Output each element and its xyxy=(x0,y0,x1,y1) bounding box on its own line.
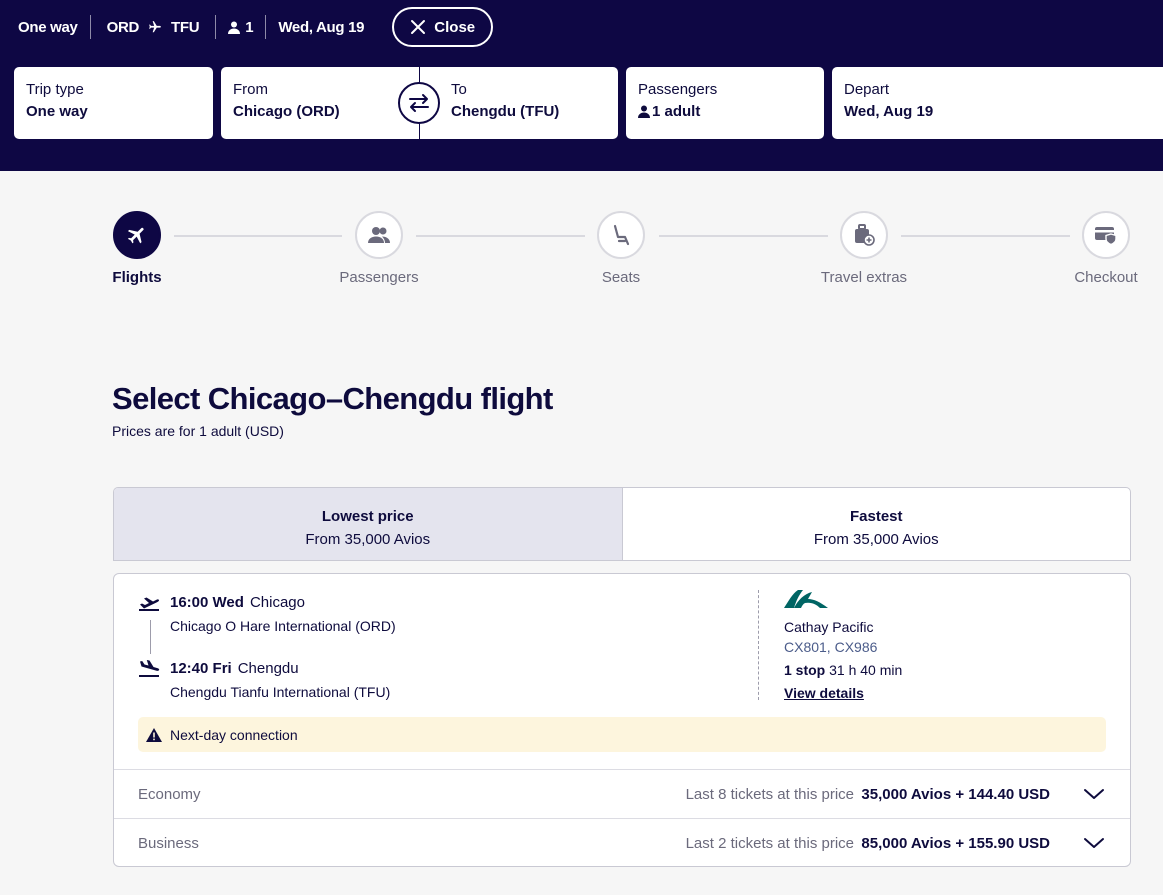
card-shield-icon xyxy=(1095,227,1117,245)
plane-icon xyxy=(127,227,144,244)
from-label: From xyxy=(233,81,268,98)
arrival-airport: Chengdu Tianfu International (TFU) xyxy=(170,684,391,700)
takeoff-icon xyxy=(139,597,160,611)
warning-icon xyxy=(146,727,162,742)
arrival-time: 12:40 Fri xyxy=(170,660,232,677)
summary-passengers: 1 xyxy=(215,15,265,39)
header-bar: One way ORD TFU 1 Wed, Aug 19 Close Trip… xyxy=(0,0,1163,171)
tab-name: Lowest price xyxy=(321,508,414,525)
departure-time: 16:00 Wed xyxy=(170,594,244,611)
cabin-name: Economy xyxy=(138,785,201,803)
people-icon xyxy=(368,227,390,243)
step-passengers: Passengers xyxy=(309,211,449,286)
flight-card: 16:00 Wed Chicago Chicago O Hare Internat… xyxy=(113,573,1131,867)
to-value: Chengdu (TFU) xyxy=(451,103,560,120)
airline-info: Cathay Pacific CX801, CX986 1 stop 31 h … xyxy=(784,590,902,703)
cathay-pacific-logo-icon xyxy=(784,590,828,608)
seat-icon xyxy=(613,224,630,246)
stops-duration: 1 stop 31 h 40 min xyxy=(784,662,902,678)
trip-type-field[interactable]: Trip type One way xyxy=(14,67,213,139)
depart-label: Depart xyxy=(844,81,890,98)
sort-tabs: Lowest price From 35,000 Avios Fastest F… xyxy=(113,487,1131,561)
from-field[interactable]: From Chicago (ORD) xyxy=(221,67,419,139)
chevron-down-icon[interactable] xyxy=(1082,785,1106,803)
flight-numbers: CX801, CX986 xyxy=(784,639,878,655)
trip-type-value: One way xyxy=(26,103,88,120)
to-field[interactable]: To Chengdu (TFU) xyxy=(420,67,618,139)
fare-availability: Last 8 tickets at this price xyxy=(685,785,854,803)
fare-price: 35,000 Avios + 144.40 USD xyxy=(861,785,1050,803)
swap-button[interactable] xyxy=(398,82,440,124)
trip-summary: One way ORD TFU 1 Wed, Aug 19 Close xyxy=(18,7,494,47)
step-travel-extras: Travel extras xyxy=(794,211,934,286)
passengers-field[interactable]: Passengers 1 adult xyxy=(626,67,824,139)
landing-icon xyxy=(139,660,160,677)
luggage-icon xyxy=(855,224,875,246)
step-label: Travel extras xyxy=(820,269,908,286)
step-label: Flights xyxy=(112,269,162,286)
page-title: Select Chicago–Chengdu flight xyxy=(112,381,553,416)
close-label: Close xyxy=(434,18,476,36)
swap-arrows-icon xyxy=(409,94,429,112)
step-label: Seats xyxy=(601,269,641,286)
close-icon xyxy=(411,20,426,34)
passengers-label: Passengers xyxy=(638,81,718,98)
card-separator xyxy=(758,590,759,700)
departure-airport: Chicago O Hare International (ORD) xyxy=(170,618,396,634)
next-day-warning: Next-day connection xyxy=(138,717,1106,752)
warning-text: Next-day connection xyxy=(170,726,298,743)
plane-icon xyxy=(147,20,163,34)
summary-date: Wed, Aug 19 xyxy=(265,15,376,39)
chevron-down-icon[interactable] xyxy=(1082,834,1106,852)
leg-connector-line xyxy=(150,620,151,654)
airline-name: Cathay Pacific xyxy=(784,619,874,635)
person-icon xyxy=(228,21,241,34)
depart-value: Wed, Aug 19 xyxy=(844,103,934,120)
departure-city: Chicago xyxy=(249,594,305,611)
view-details-link[interactable]: View details xyxy=(784,685,864,701)
tab-fastest[interactable]: Fastest From 35,000 Avios xyxy=(623,488,1131,560)
summary-trip-type: One way xyxy=(18,18,78,36)
summary-route: ORD TFU xyxy=(89,15,216,39)
fare-row-business[interactable]: Business Last 2 tickets at this price 85… xyxy=(114,818,1130,867)
arrival-city: Chengdu xyxy=(237,660,299,677)
step-label: Checkout xyxy=(1074,269,1138,286)
fare-row-economy[interactable]: Economy Last 8 tickets at this price 35,… xyxy=(114,769,1130,818)
stops-count: 1 stop xyxy=(784,662,826,678)
tab-price: From 35,000 Avios xyxy=(305,531,431,548)
summary-destination: TFU xyxy=(171,18,200,36)
tab-name: Fastest xyxy=(849,508,903,525)
summary-passenger-count: 1 xyxy=(245,18,254,36)
person-icon xyxy=(638,105,650,118)
close-button[interactable]: Close xyxy=(392,7,494,47)
step-seats: Seats xyxy=(551,211,691,286)
cabin-name: Business xyxy=(138,834,199,852)
flight-duration: 31 h 40 min xyxy=(829,662,903,678)
summary-origin: ORD xyxy=(106,18,140,36)
from-value: Chicago (ORD) xyxy=(233,103,340,120)
step-checkout: Checkout xyxy=(1036,211,1163,286)
page-subtitle: Prices are for 1 adult (USD) xyxy=(112,423,284,439)
passengers-value: 1 adult xyxy=(638,103,812,120)
depart-field[interactable]: Depart Wed, Aug 19 xyxy=(832,67,1163,139)
step-label: Passengers xyxy=(339,269,419,286)
trip-type-label: Trip type xyxy=(26,81,84,98)
passengers-value-text: 1 adult xyxy=(652,103,701,120)
fare-availability: Last 2 tickets at this price xyxy=(685,834,854,852)
step-flights[interactable]: Flights xyxy=(67,211,207,286)
booking-progress-stepper: Flights Passengers Seats Travel extras C… xyxy=(0,171,1163,311)
tab-lowest-price[interactable]: Lowest price From 35,000 Avios xyxy=(114,488,623,560)
to-label: To xyxy=(451,81,467,98)
fare-price: 85,000 Avios + 155.90 USD xyxy=(861,834,1050,852)
tab-price: From 35,000 Avios xyxy=(813,531,939,548)
